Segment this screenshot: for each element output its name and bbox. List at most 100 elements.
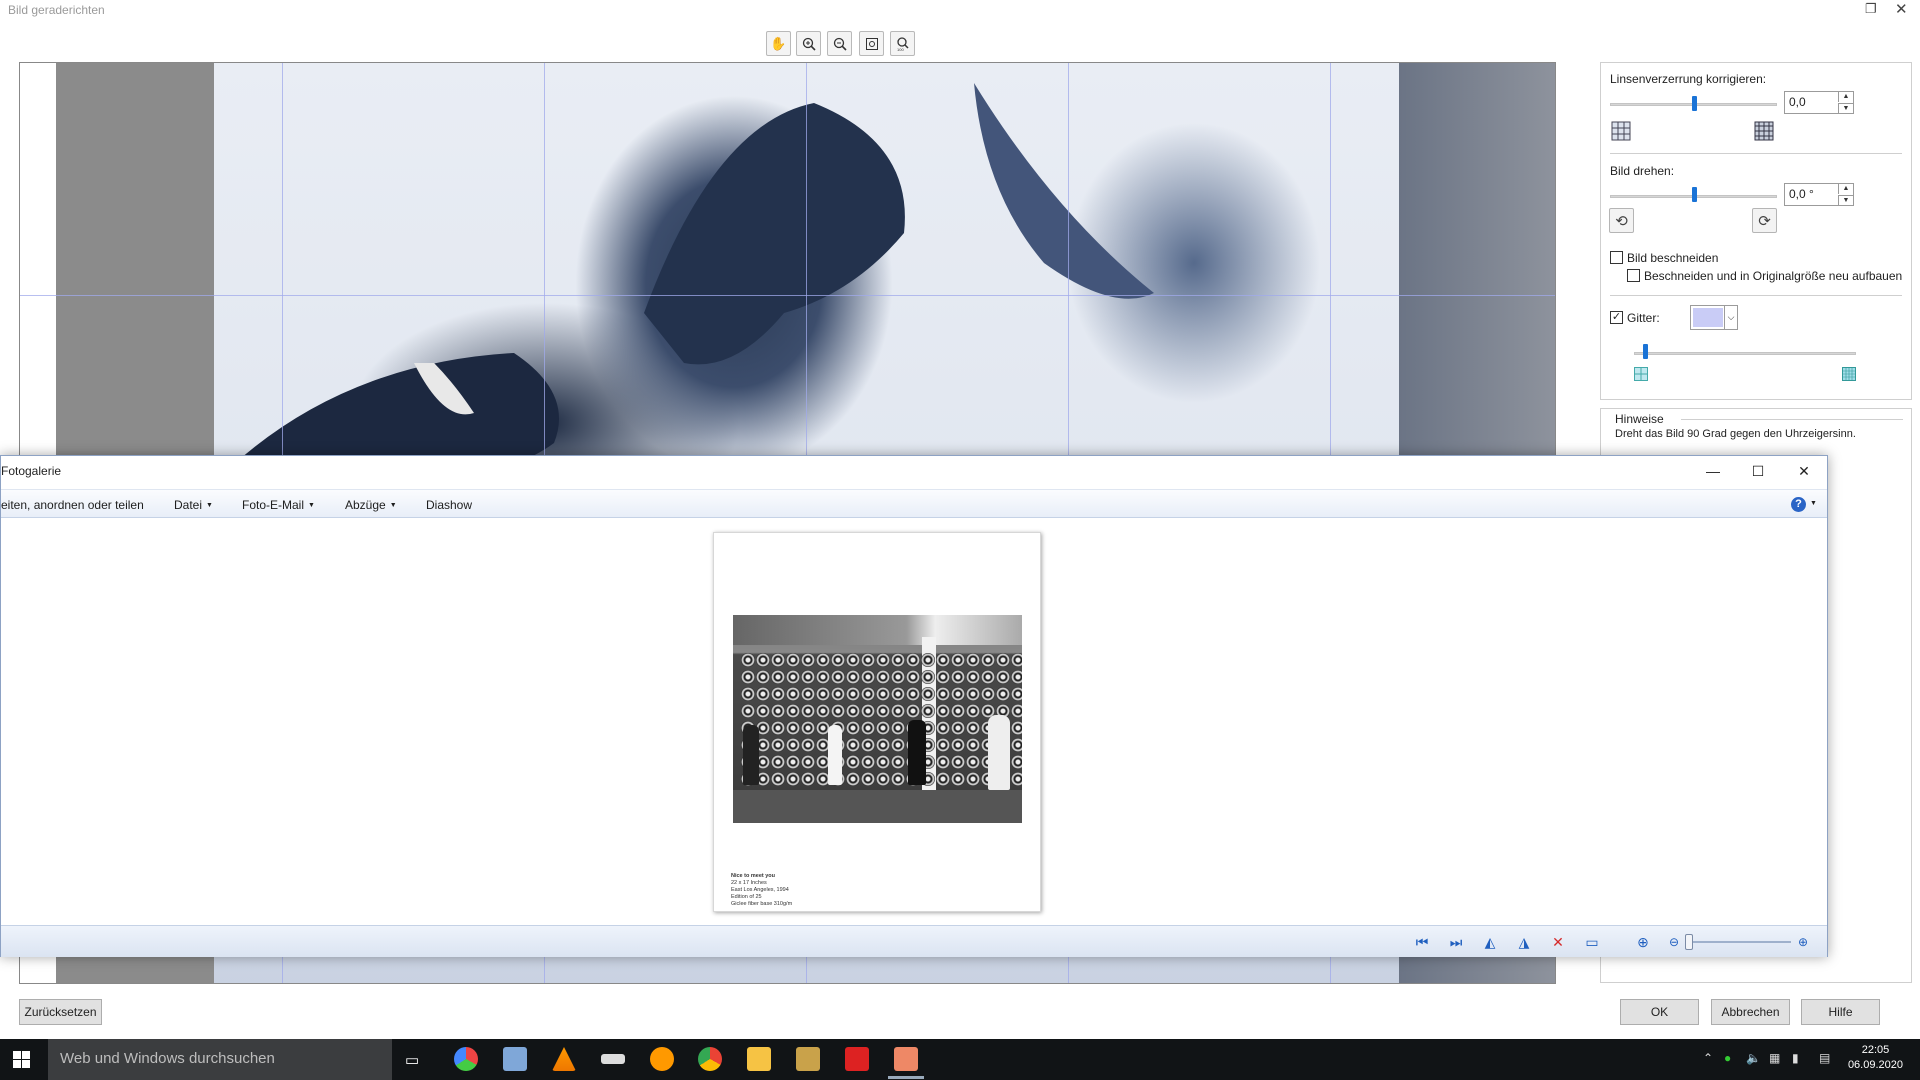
app-icon-gallery[interactable] [796,1047,820,1071]
photo-pattern-disc [906,687,920,701]
fit-window-button[interactable] [859,31,884,56]
spin-down-icon[interactable]: ▼ [1838,195,1853,205]
tray-security-icon[interactable]: ● [1724,1051,1731,1065]
zoom-in-button[interactable] [796,31,821,56]
rotate-right-button[interactable]: ⟳ [1752,208,1777,233]
menu-file[interactable]: Datei ▼ [174,498,213,512]
photo-pattern-disc [771,738,785,752]
photo-pattern-disc [951,738,965,752]
spin-up-icon[interactable]: ▲ [1838,92,1853,102]
pincushion-grid-icon[interactable] [1753,120,1775,142]
tray-signal-icon[interactable]: ▮ [1792,1051,1799,1065]
app-icon-active[interactable] [894,1047,918,1071]
photo-pattern-disc [966,653,980,667]
next-icon[interactable]: ⏭ [1447,933,1465,951]
grid-density-slider[interactable] [1634,352,1856,355]
crop-rebuild-checkbox[interactable] [1627,269,1640,282]
crop-checkbox[interactable] [1610,251,1623,264]
grid-color-picker[interactable]: ⌵ [1690,305,1738,330]
app-icon-chrome[interactable] [698,1047,722,1071]
help-menu[interactable]: ? ▼ [1791,496,1817,512]
zoom-slider-thumb[interactable] [1685,934,1693,950]
zoom-out-icon[interactable]: ⊖ [1665,933,1683,951]
active-app-indicator [888,1076,924,1079]
photo-pattern-disc [861,755,875,769]
rotate-input[interactable]: 0,0 ° ▲ ▼ [1784,183,1854,206]
photo-pattern-disc [846,704,860,718]
rotate-left-button[interactable]: ⟲ [1609,208,1634,233]
task-view-icon[interactable]: ▭ [405,1051,419,1069]
app-icon-explorer[interactable] [747,1047,771,1071]
app-icon-photo[interactable] [845,1047,869,1071]
tray-volume-icon[interactable]: 🔈 [1746,1051,1761,1065]
photo-pattern-disc [1011,738,1022,752]
help-button[interactable]: Hilfe [1801,999,1880,1025]
tray-network-icon[interactable]: ▦ [1769,1051,1780,1065]
photo-pattern-disc [921,653,935,667]
windows-start-icon[interactable] [13,1051,30,1071]
photo-pattern-disc [1011,755,1022,769]
photo-pattern-disc [786,755,800,769]
photo-pattern-disc [1011,721,1022,735]
photo-pattern-disc [936,653,950,667]
menu-prints[interactable]: Abzüge ▼ [345,498,397,512]
barrel-grid-icon[interactable] [1610,120,1632,142]
slideshow-icon[interactable]: ▭ [1583,933,1601,951]
maximize-icon[interactable]: ☐ [1743,460,1773,482]
gallery-title: Fotogalerie [1,464,62,478]
photo-gallery-window: Fotogalerie — ☐ ✕ eiten, anordnen oder t… [0,455,1828,957]
lens-distortion-slider-thumb[interactable] [1691,96,1697,111]
photo-pattern-disc [1011,772,1022,786]
cancel-button[interactable]: Abbrechen [1711,999,1790,1025]
photo-pattern-disc [831,653,845,667]
spin-up-icon[interactable]: ▲ [1838,184,1853,194]
close-icon[interactable]: ✕ [1895,0,1908,18]
menu-email[interactable]: Foto-E-Mail ▼ [242,498,315,512]
photo-pattern-disc [846,738,860,752]
rotate-left-icon[interactable]: ◭ [1481,933,1499,951]
photo-pattern-disc [876,670,890,684]
rotate-value: 0,0 ° [1789,187,1814,201]
photo-pattern-disc [891,721,905,735]
close-icon[interactable]: ✕ [1789,460,1819,482]
photo-pattern-disc [831,670,845,684]
app-icon-vlc[interactable] [552,1047,576,1071]
grid-density-slider-thumb[interactable] [1643,344,1649,359]
previous-icon[interactable]: ⏮ [1413,933,1431,951]
lens-distortion-input[interactable]: 0,0 ▲ ▼ [1784,91,1854,114]
coarse-grid-icon[interactable] [1633,366,1649,382]
ok-button[interactable]: OK [1620,999,1699,1025]
hand-tool-button[interactable]: ✋ [766,31,791,56]
photo-pattern-disc [741,704,755,718]
tray-chevron-icon[interactable]: ⌃ [1703,1051,1713,1065]
rotate-slider-thumb[interactable] [1691,187,1697,202]
spin-down-icon[interactable]: ▼ [1838,103,1853,113]
grid-checkbox[interactable]: ✓ [1610,311,1623,324]
photo-pattern-disc [771,704,785,718]
photo-sky [733,615,1022,645]
app-icon-browser[interactable] [650,1047,674,1071]
delete-icon[interactable]: ✕ [1549,933,1567,951]
hints-title: Hinweise [1615,412,1664,426]
app-icon-photo-editor[interactable] [503,1047,527,1071]
photo-pattern-disc [981,670,995,684]
app-icon-picasa[interactable] [454,1047,478,1071]
menu-slideshow[interactable]: Diashow [426,498,472,512]
zoom-slider[interactable] [1685,941,1791,943]
photo-pattern-disc [876,772,890,786]
tray-notification-icon[interactable]: ▤ [1819,1051,1830,1065]
minimize-icon[interactable]: — [1698,460,1728,482]
reset-button[interactable]: Zurücksetzen [19,999,102,1025]
menu-organize[interactable]: eiten, anordnen oder teilen [1,498,144,512]
taskbar-clock[interactable]: 22:05 06.09.2020 [1848,1043,1903,1073]
actual-size-button[interactable]: 100 [890,31,915,56]
fine-grid-icon[interactable] [1841,366,1857,382]
zoom-in-icon[interactable]: ⊕ [1794,933,1812,951]
photo-pattern-disc [861,738,875,752]
restore-icon[interactable]: ❐ [1865,1,1877,17]
zoom-out-button[interactable] [827,31,852,56]
app-icon-tool[interactable] [601,1054,625,1064]
fit-icon[interactable]: ⊕ [1634,933,1652,951]
taskbar-search[interactable]: Web und Windows durchsuchen [48,1039,392,1080]
rotate-right-icon[interactable]: ◮ [1515,933,1533,951]
